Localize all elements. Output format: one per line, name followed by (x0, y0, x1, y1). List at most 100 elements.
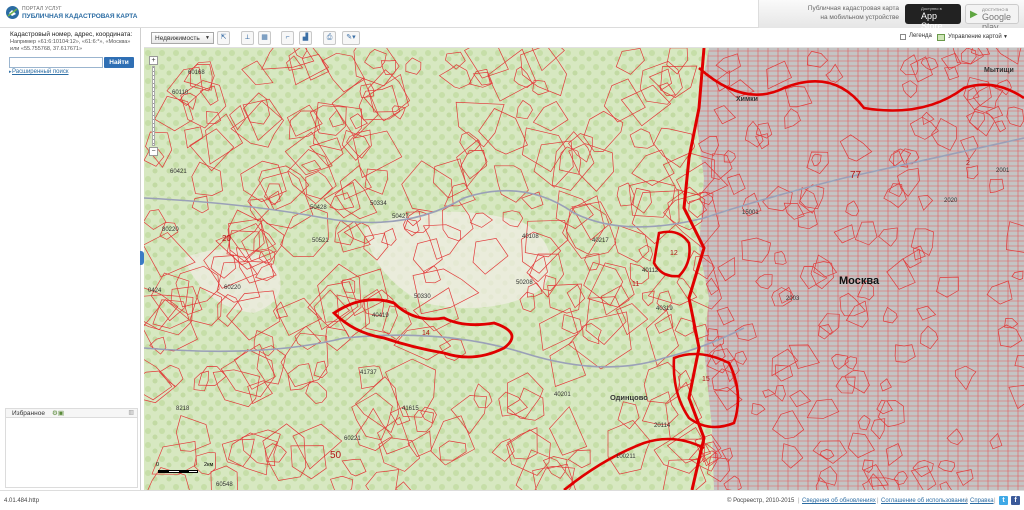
favorites-label: Избранное (12, 410, 45, 417)
search-hint-title: Кадастровый номер, адрес, координата: (10, 31, 133, 38)
favorites-tools-icon[interactable]: ⚙▣ (52, 409, 64, 417)
footer-separator: | (798, 498, 800, 504)
layer-type-value: Недвижимость (155, 35, 200, 42)
map-label-quarter: 40108 (522, 234, 539, 240)
favorites-header: Избранное ⚙▣ ▥ (5, 408, 138, 418)
promo-line-2: на мобильном устройстве (820, 14, 899, 21)
twitter-icon[interactable]: t (999, 496, 1008, 505)
settings-tool-button[interactable]: ✎▾ (342, 31, 360, 45)
map-label-quarter: 50208 (516, 280, 533, 286)
search-hint-example: Например «61:6:10104:12», «61:6:*», «Мос… (10, 39, 131, 52)
copyright-label: © Росреестр, 2010-2015 (727, 498, 795, 504)
ruler-tool-button[interactable]: ⟂ (241, 31, 254, 45)
map-label-quarter: 60110 (172, 90, 189, 96)
map-label-quarter: 2020 (944, 198, 958, 204)
map-control-label: Управление картой (948, 34, 1002, 40)
scale-end-label: 2км (204, 462, 214, 468)
play-icon: ▶ (970, 9, 978, 20)
cadastral-map[interactable]: + − Москва Одинцово Химки Мытищи 77 50 2… (144, 48, 1024, 490)
map-label-quarter: 2003 (786, 296, 800, 302)
map-label-quarter: 80220 (162, 227, 179, 233)
search-input[interactable] (9, 57, 103, 68)
map-label-quarter: 100211 (616, 454, 636, 460)
map-label-khimki: Химки (736, 96, 758, 103)
map-canvas[interactable] (144, 48, 1024, 490)
measure-tool-button[interactable]: ⌐ (281, 31, 294, 45)
legend-label[interactable]: Легенда (909, 33, 932, 39)
zoom-control[interactable]: + − (149, 56, 158, 156)
map-label-quarter: 60168 (188, 70, 205, 76)
map-label-quarter: 50334 (370, 201, 387, 207)
mobile-promo-text: Публичная кадастровая карта на мобильном… (769, 4, 899, 22)
layers-tool-button[interactable]: ▦ (258, 31, 271, 45)
area-tool-button[interactable]: ▟ (299, 31, 312, 45)
map-label-quarter: 41615 (402, 406, 419, 412)
map-label-quarter: 0424 (148, 288, 162, 294)
wrench-icon: ✎▾ (346, 34, 356, 41)
map-label-district-15: 15 (702, 376, 710, 383)
find-button[interactable]: Найти (104, 57, 134, 68)
map-label-quarter: 8218 (176, 406, 190, 412)
version-label: 4.01.484.http (4, 498, 40, 504)
map-scale: 0 2км (156, 462, 236, 476)
map-label-quarter: 60220 (224, 285, 241, 291)
map-label-district-12: 12 (670, 250, 678, 257)
facebook-icon[interactable]: f (1011, 496, 1020, 505)
updates-link[interactable]: Сведения об обновлениях (802, 498, 876, 504)
footer-separator: | (994, 498, 996, 504)
map-label-odintsovo: Одинцово (610, 393, 648, 402)
header: ПОРТАЛ УСЛУГ ПУБЛИЧНАЯ КАДАСТРОВАЯ КАРТА… (0, 0, 1024, 32)
portal-label[interactable]: ПОРТАЛ УСЛУГ (22, 6, 62, 12)
map-label-quarter: 50427 (392, 214, 409, 220)
zoom-slider[interactable] (152, 66, 155, 146)
app-title[interactable]: ПУБЛИЧНАЯ КАДАСТРОВАЯ КАРТА (22, 13, 137, 20)
map-label-district-14: 14 (422, 330, 430, 337)
footer: 4.01.484.http © Росреестр, 2010-2015 | С… (0, 490, 1024, 510)
portal-logo-icon[interactable] (5, 5, 20, 20)
map-icon (937, 34, 945, 41)
mobile-promo: Публичная кадастровая карта на мобильном… (758, 0, 1024, 32)
zoom-in-button[interactable]: + (149, 56, 158, 65)
advanced-search-link[interactable]: Расширенный поиск (12, 69, 69, 75)
map-toolbar: Недвижимость ▼ ⇱ ⟂ ▦ ⌐ ▟ ⎙ ✎▾ Легенда Уп… (144, 28, 1024, 48)
map-label-quarter: 40217 (592, 238, 609, 244)
legend-checkbox[interactable] (900, 34, 906, 40)
map-label-quarter: 2001 (996, 168, 1010, 174)
dropdown-arrow-icon: ▼ (1003, 34, 1008, 40)
map-label-quarter: 20114 (654, 423, 671, 429)
map-label-region-50: 50 (330, 450, 342, 461)
dropdown-arrow-icon: ▼ (205, 35, 210, 41)
map-label-quarter: 40112 (642, 268, 659, 274)
map-label-quarter: 60548 (216, 482, 233, 488)
measure-icon: ⌐ (285, 34, 290, 41)
footer-separator: | (877, 498, 879, 504)
map-label-quarter: 41737 (360, 370, 377, 376)
print-button[interactable]: ⎙ (323, 31, 336, 45)
scale-bar (158, 470, 198, 473)
map-label-quarter: 50521 (312, 238, 329, 244)
help-link[interactable]: Справка (970, 498, 994, 504)
favorites-collapse-icon[interactable]: ▥ (128, 409, 134, 416)
zoom-out-button[interactable]: − (149, 147, 158, 156)
app-store-button[interactable]: Доступно в App Store (905, 4, 961, 31)
map-label-district-2: 2 (966, 160, 970, 167)
map-label-quarter: 40419 (372, 313, 389, 319)
identify-tool-button[interactable]: ⇱ (217, 31, 230, 45)
map-label-quarter: 50428 (310, 205, 327, 211)
layer-type-select[interactable]: Недвижимость ▼ (151, 32, 214, 44)
google-play-button[interactable]: ▶ ДОСТУПНО В Google play (965, 4, 1019, 32)
area-icon: ▟ (302, 34, 309, 41)
map-label-moscow: Москва (839, 275, 880, 287)
map-label-region-77: 77 (850, 170, 862, 181)
terms-link[interactable]: Соглашение об использовании (881, 498, 968, 504)
print-icon: ⎙ (326, 34, 333, 41)
map-control-dropdown[interactable]: Управление картой ▼ (936, 31, 1012, 44)
scale-start-label: 0 (156, 462, 160, 468)
map-label-quarter: 15001 (742, 210, 759, 216)
map-label-quarter: 50330 (414, 294, 431, 300)
cursor-icon: ⇱ (220, 34, 227, 41)
favorites-panel (5, 418, 138, 488)
map-label-mytishchi: Мытищи (984, 67, 1014, 74)
map-label-quarter: 60421 (170, 169, 187, 175)
map-label-quarter: 40319 (656, 306, 673, 312)
